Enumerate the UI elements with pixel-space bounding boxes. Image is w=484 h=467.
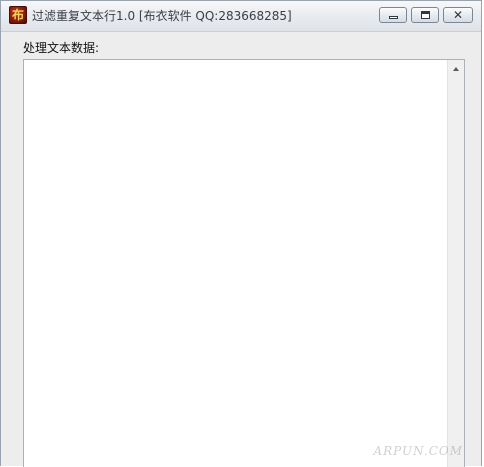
maximize-icon [421, 11, 430, 19]
scroll-up-button[interactable] [448, 60, 464, 77]
text-data-textarea[interactable] [23, 59, 465, 467]
maximize-button[interactable] [411, 7, 439, 23]
minimize-icon [389, 16, 398, 19]
process-text-label: 处理文本数据: [23, 41, 100, 55]
vertical-scrollbar[interactable] [447, 60, 464, 467]
minimize-button[interactable] [379, 7, 407, 23]
chevron-up-icon [453, 67, 459, 71]
watermark-text: ARPUN.COM [373, 444, 463, 458]
app-window: 布 过滤重复文本行1.0 [布衣软件 QQ:283668285] ✕ 处理文本数… [0, 0, 482, 467]
title-bar[interactable]: 布 过滤重复文本行1.0 [布衣软件 QQ:283668285] ✕ [1, 1, 481, 32]
window-title: 过滤重复文本行1.0 [布衣软件 QQ:283668285] [32, 9, 292, 23]
app-logo-icon[interactable]: 布 [9, 6, 27, 24]
close-icon: ✕ [453, 8, 464, 22]
close-button[interactable]: ✕ [443, 7, 473, 23]
